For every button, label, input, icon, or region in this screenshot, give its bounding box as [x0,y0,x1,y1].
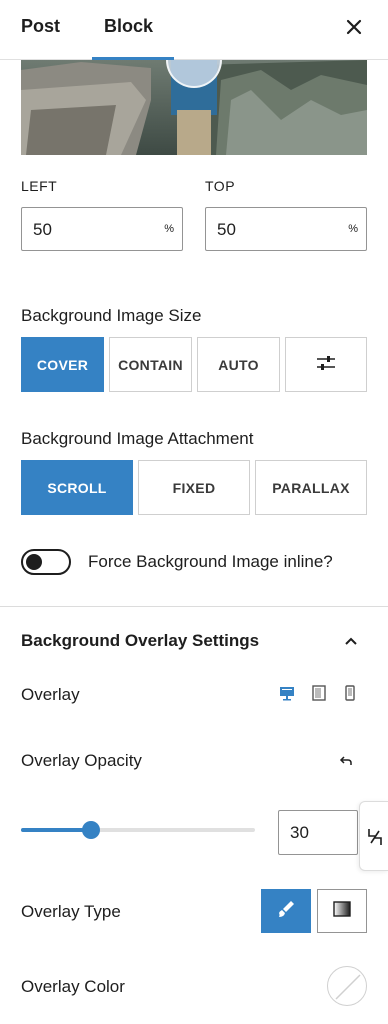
gradient-icon [331,898,353,925]
opacity-slider[interactable] [21,821,255,839]
overlay-color-label: Overlay Color [21,977,125,996]
close-icon[interactable] [342,15,366,39]
toggle-knob [26,554,42,570]
opacity-value: 30 [290,823,309,842]
overlay-label: Overlay [21,685,80,704]
collapse-handle[interactable] [359,801,388,871]
attachment-fixed-button[interactable]: FIXED [138,460,250,515]
force-inline-label: Force Background Image inline? [88,552,333,571]
top-label: TOP [205,178,236,194]
size-cover-button[interactable]: COVER [21,337,104,392]
top-position-unit: % [348,223,358,235]
section-divider [0,606,388,607]
left-position-value: 50 [33,220,52,239]
chevron-up-icon[interactable] [342,632,360,650]
size-contain-button[interactable]: CONTAIN [109,337,192,392]
reset-icon[interactable] [337,752,355,770]
attachment-scroll-button[interactable]: SCROLL [21,460,133,515]
sliders-icon [315,354,337,375]
overlay-opacity-label: Overlay Opacity [21,751,142,770]
sidebar-header: Post Block [0,0,388,60]
overlay-type-color-button[interactable] [261,889,311,933]
background-image-preview[interactable] [21,60,367,155]
opacity-input[interactable]: 30 [278,810,358,855]
overlay-color-swatch[interactable] [327,966,367,1006]
force-inline-toggle[interactable] [21,549,71,575]
left-label: LEFT [21,178,58,194]
tab-block[interactable]: Block [104,16,153,37]
overlay-panel-title: Background Overlay Settings [21,631,260,650]
mobile-icon[interactable] [341,684,359,702]
brush-icon [275,898,297,925]
desktop-icon[interactable] [278,684,296,702]
overlay-type-label: Overlay Type [21,902,121,921]
size-auto-button[interactable]: AUTO [197,337,280,392]
top-position-value: 50 [217,220,236,239]
tablet-icon[interactable] [310,684,328,702]
image-size-label: Background Image Size [21,306,202,325]
left-position-unit: % [164,223,174,235]
tab-post[interactable]: Post [21,16,60,37]
opacity-slider-thumb[interactable] [82,821,100,839]
attachment-parallax-button[interactable]: PARALLAX [255,460,367,515]
overlay-type-gradient-button[interactable] [317,889,367,933]
top-position-input[interactable]: 50 % [205,207,367,251]
size-custom-button[interactable] [285,337,367,392]
left-position-input[interactable]: 50 % [21,207,183,251]
link-toggle-icon [365,826,385,853]
opacity-slider-fill [21,828,91,832]
attachment-label: Background Image Attachment [21,429,254,448]
